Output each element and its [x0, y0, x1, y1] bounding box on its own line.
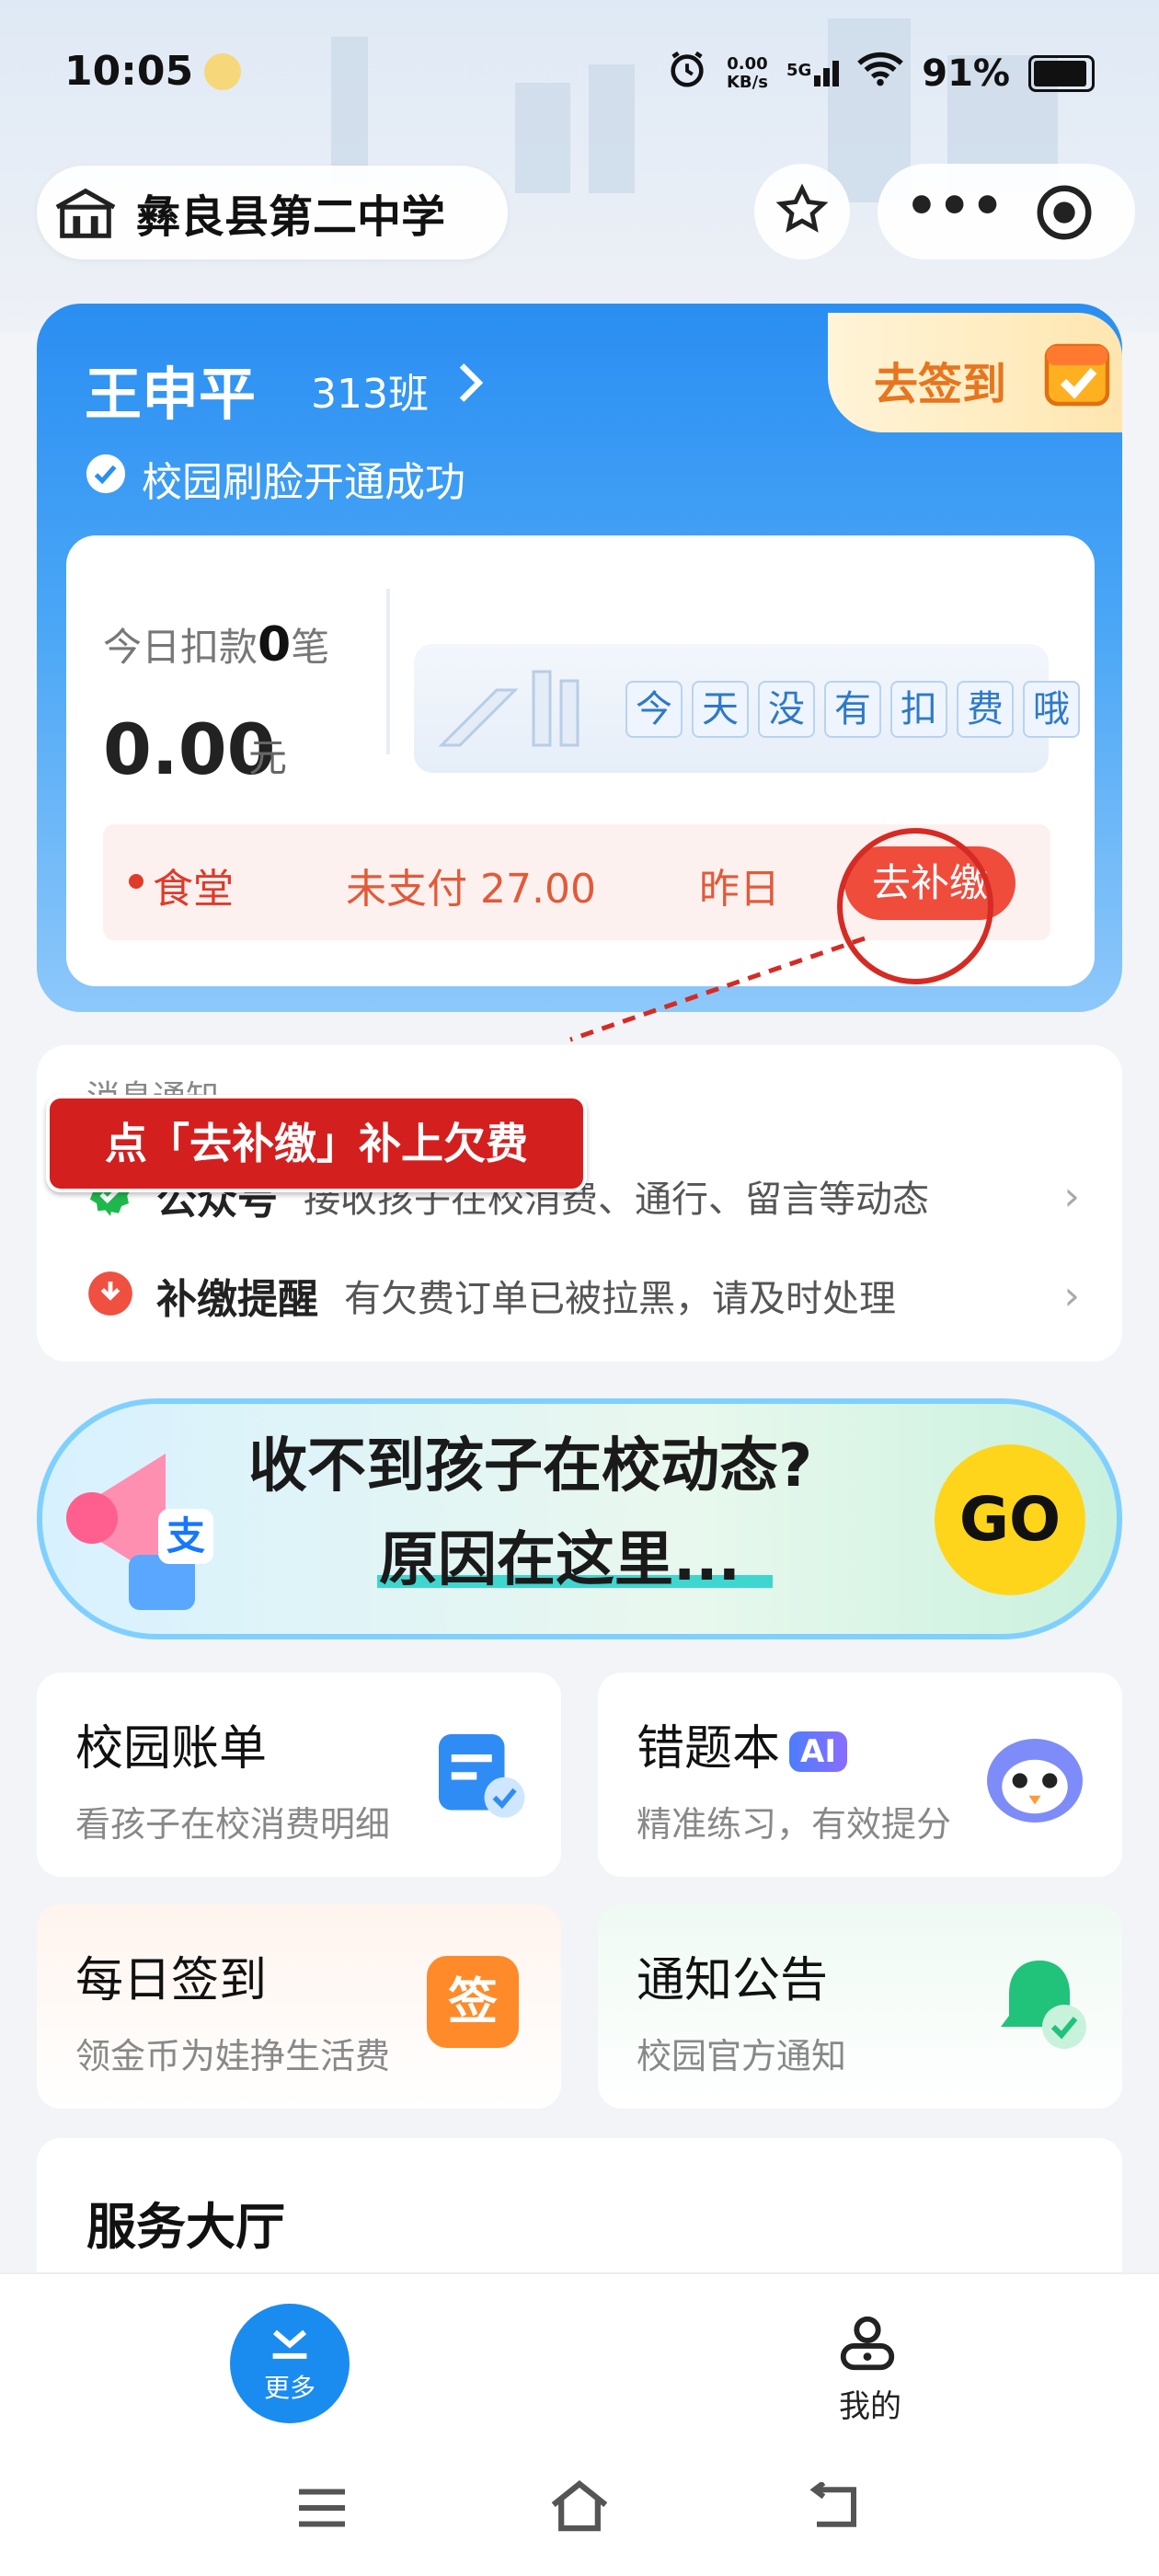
divider	[386, 589, 390, 754]
checkin-label: 去签到	[874, 359, 1007, 410]
more-dots-icon: •••	[905, 177, 1004, 236]
tab-more-label: 更多	[263, 2373, 316, 2403]
menu-nav-button[interactable]	[294, 2486, 350, 2534]
back-nav-button[interactable]	[808, 2480, 863, 2536]
tile-campus-bill[interactable]: 校园账单 看孩子在校消费明细	[37, 1673, 561, 1877]
battery-icon	[1028, 55, 1095, 92]
no-fee-text: 今 天 没 有 扣 费 哦	[625, 681, 1089, 738]
tile-notice[interactable]: 通知公告 校园官方通知	[598, 1904, 1122, 2109]
alarm-icon	[666, 48, 708, 99]
battery-percent: 91%	[922, 52, 1010, 95]
bill-icon	[429, 1724, 530, 1829]
tab-mine-label: 我的	[839, 2388, 901, 2425]
bell-icon	[984, 1947, 1095, 2061]
status-right: 0.00 KB/s 5G 91%	[666, 48, 1095, 99]
close-miniprogram-button[interactable]	[1032, 180, 1096, 245]
wifi-icon	[857, 51, 904, 97]
status-time: 10:05	[64, 48, 194, 95]
pointer-line	[569, 936, 866, 1042]
chevron-right-icon: ›	[1063, 1271, 1080, 1319]
message-row-repay-reminder[interactable]: 补缴提醒 有欠费订单已被拉黑，请及时处理 ›	[86, 1266, 1080, 1325]
favorite-button[interactable]	[754, 164, 850, 259]
ai-badge: AI	[789, 1731, 847, 1772]
school-switcher[interactable]: 彝良县第二中学	[37, 166, 508, 259]
signal-icon: 5G	[786, 61, 840, 86]
owed-category: 食堂	[153, 866, 234, 913]
tab-more[interactable]: 更多	[230, 2304, 350, 2423]
service-hall-title: 服务大厅	[86, 2198, 285, 2256]
face-status: 校园刷脸开通成功	[85, 449, 465, 508]
net-speed: 0.00 KB/s	[726, 54, 768, 92]
chevron-right-icon: ›	[1063, 1172, 1080, 1220]
status-face-icon	[204, 53, 241, 90]
tile-mistake-book[interactable]: 错题本 AI 精准练习，有效提分	[598, 1673, 1122, 1877]
alert-down-icon	[86, 1270, 134, 1321]
bottom-tab-bar	[0, 2272, 1159, 2449]
student-class[interactable]: 313班	[311, 361, 429, 420]
penguin-icon	[975, 1715, 1095, 1838]
go-button[interactable]: GO	[935, 1444, 1085, 1595]
school-name: 彝良县第二中学	[136, 191, 446, 243]
chevron-right-icon[interactable]	[454, 361, 484, 408]
target-icon	[1032, 185, 1096, 248]
checkin-calendar-icon: 签	[427, 1956, 519, 2048]
owed-status: 未支付 27.00	[346, 866, 596, 913]
school-building-icon	[53, 185, 118, 240]
today-deduction-label: 今日扣款0笔	[103, 617, 330, 673]
more-menu-button[interactable]: •••	[905, 181, 1004, 233]
calendar-check-icon	[1041, 331, 1113, 410]
owed-date: 昨日	[699, 866, 780, 913]
red-dot-icon	[129, 874, 143, 889]
repay-callout: 点「去补缴」补上欠费	[46, 1095, 587, 1192]
banner-line1: 收不到孩子在校动态?	[248, 1432, 813, 1501]
banner-line2: 原因在这里...	[379, 1526, 740, 1594]
home-nav-button[interactable]	[548, 2478, 611, 2537]
alipay-icon: 支	[158, 1509, 213, 1564]
student-name[interactable]: 王申平	[85, 348, 256, 431]
tile-daily-checkin[interactable]: 每日签到 领金币为娃挣生活费 签	[37, 1904, 561, 2109]
amount-unit: 元	[248, 735, 288, 780]
person-icon	[835, 2316, 900, 2377]
tab-mine[interactable]	[835, 2313, 901, 2377]
star-icon	[775, 183, 829, 240]
check-circle-icon	[85, 453, 127, 505]
